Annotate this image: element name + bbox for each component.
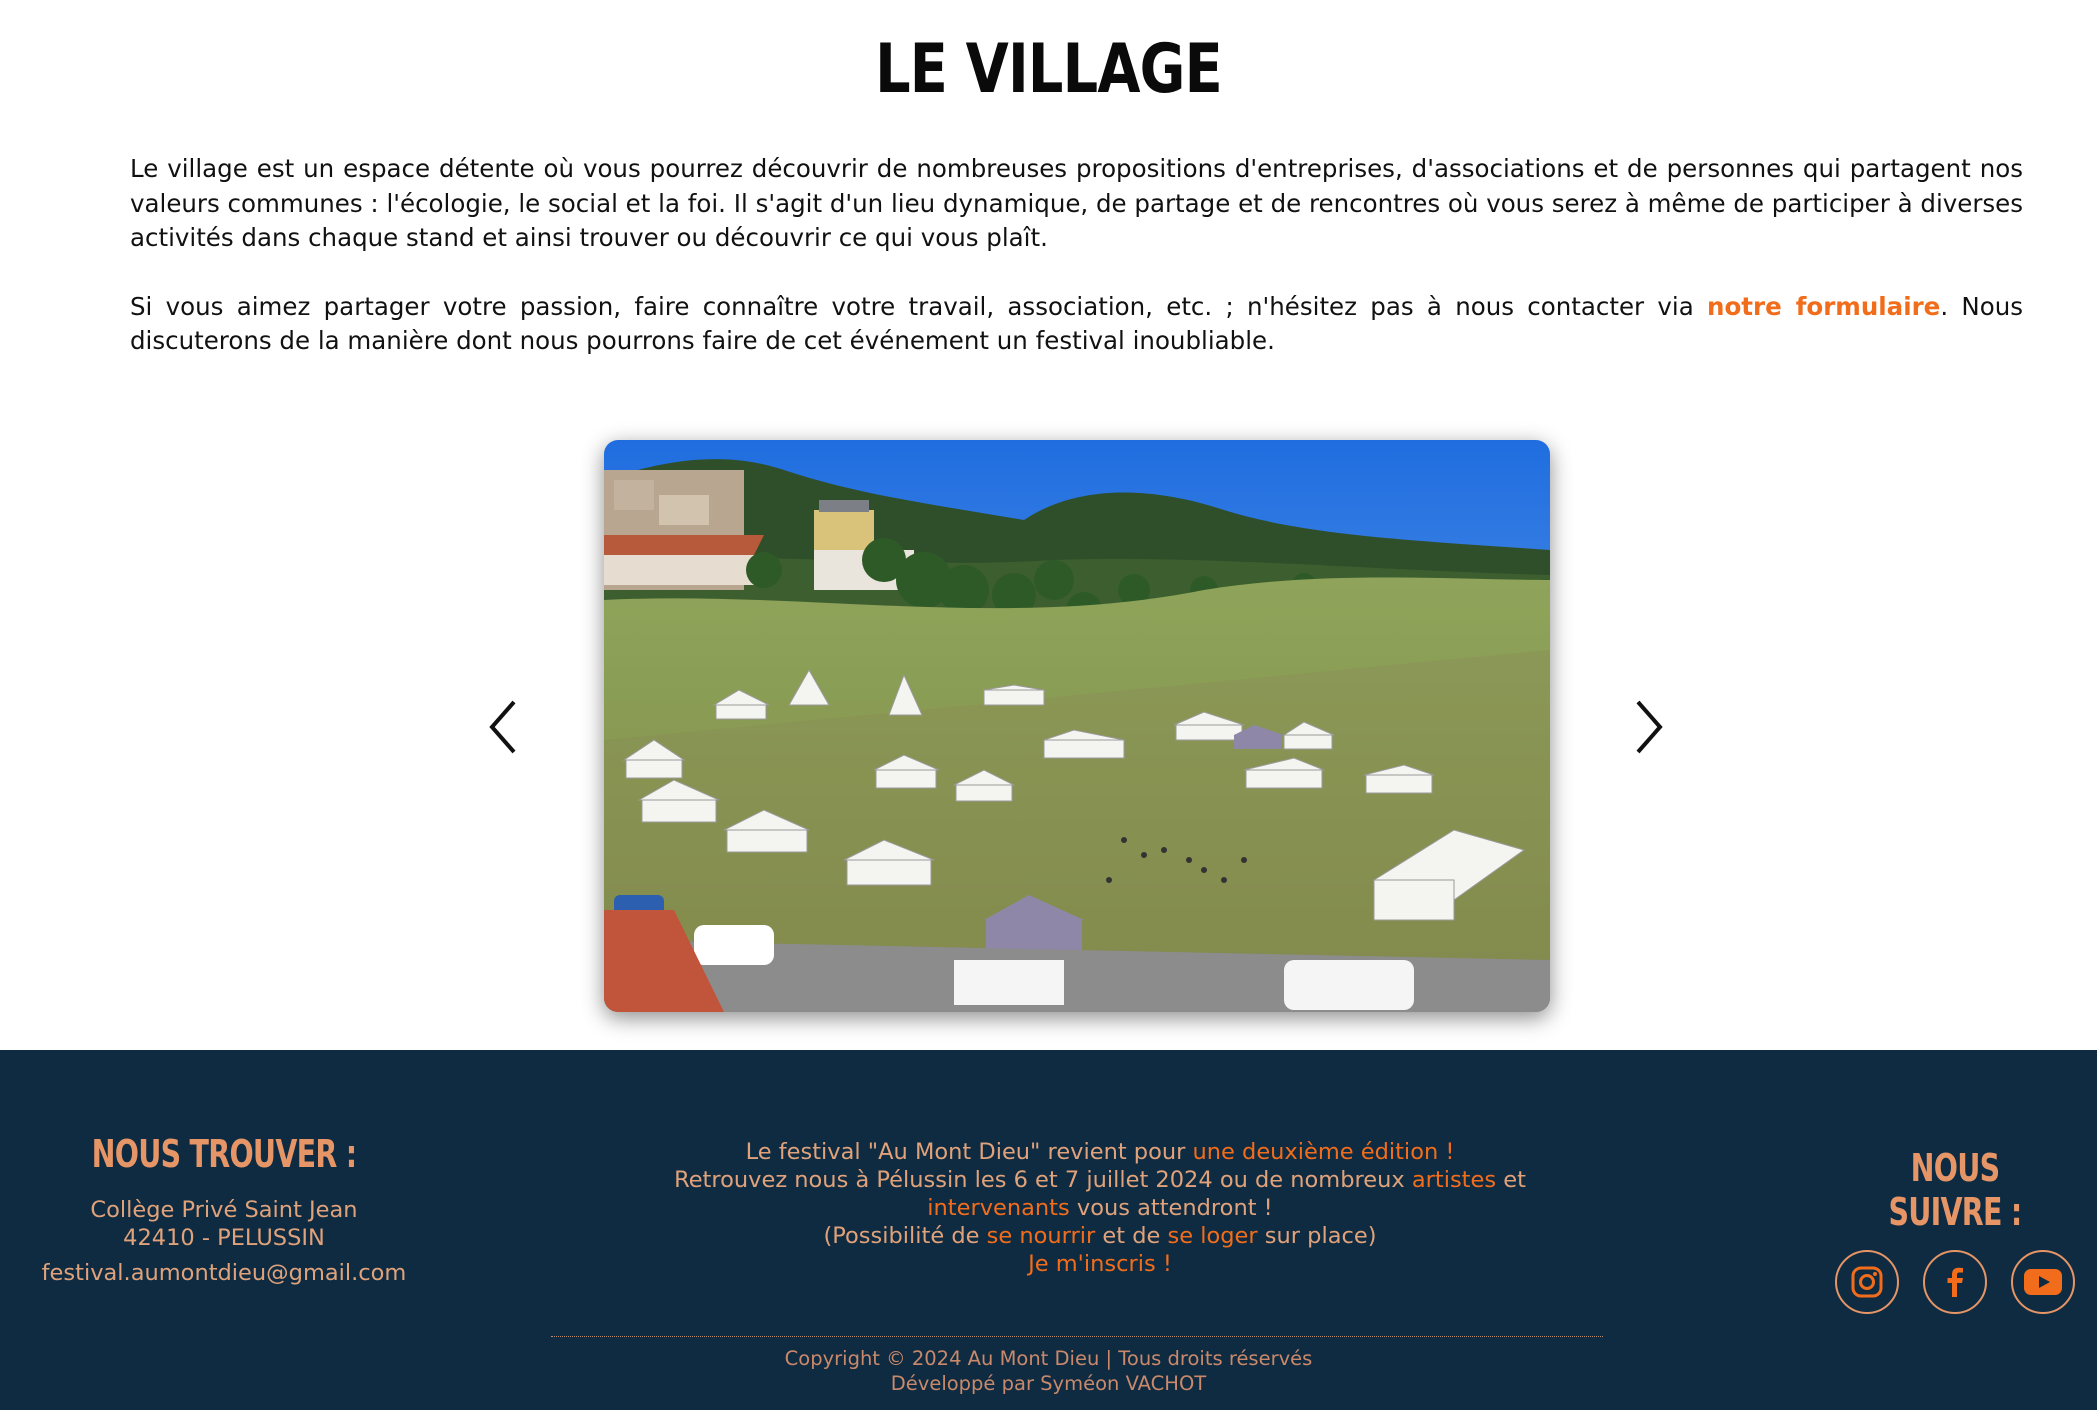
image-carousel: [0, 440, 2097, 1012]
youtube-icon: [2024, 1269, 2062, 1295]
address-line-2: 42410 - PELUSSIN: [123, 1225, 325, 1251]
instagram-link[interactable]: [1835, 1250, 1899, 1314]
copyright: Copyright © 2024 Au Mont Dieu | Tous dro…: [0, 1346, 2097, 1396]
copyright-text: Copyright © 2024 Au Mont Dieu | Tous dro…: [784, 1347, 1313, 1370]
contact-form-link[interactable]: notre formulaire: [1707, 292, 1940, 321]
intro-paragraph-2: Si vous aimez partager votre passion, fa…: [130, 290, 2023, 359]
carousel-next-button[interactable]: [1618, 692, 1678, 762]
info-line-4: (Possibilité de se nourrir et de se loge…: [560, 1222, 1640, 1250]
info-line-5: Je m'inscris !: [560, 1250, 1640, 1278]
info-text: vous attendront !: [1069, 1195, 1273, 1221]
artists-link[interactable]: artistes: [1412, 1167, 1496, 1193]
info-text: (Possibilité de: [823, 1223, 987, 1249]
facebook-icon: [1947, 1267, 1963, 1297]
address: Collège Privé Saint Jean 42410 - PELUSSI…: [20, 1196, 428, 1252]
intro-text: Le village est un espace détente où vous…: [130, 152, 2023, 393]
carousel-slide-village-photo: [604, 440, 1550, 1012]
lodging-link[interactable]: se loger: [1168, 1223, 1258, 1249]
social-links: [1820, 1250, 2090, 1314]
footer-festival-info: Le festival "Au Mont Dieu" revient pour …: [560, 1138, 1640, 1278]
info-text: et de: [1095, 1223, 1168, 1249]
page-title: LE VILLAGE: [875, 30, 1223, 109]
info-line-3: intervenants vous attendront !: [560, 1194, 1640, 1222]
youtube-link[interactable]: [2011, 1250, 2075, 1314]
find-us-title: NOUS TROUVER :: [91, 1132, 357, 1176]
footer-follow-us: NOUS SUIVRE :: [1820, 1146, 2090, 1314]
site-footer: NOUS TROUVER : Collège Privé Saint Jean …: [0, 1050, 2097, 1410]
email-link[interactable]: festival.aumontdieu@gmail.com: [20, 1260, 428, 1286]
info-line-1: Le festival "Au Mont Dieu" revient pour …: [560, 1138, 1640, 1166]
info-text: Retrouvez nous à Pélussin les 6 et 7 jui…: [674, 1167, 1412, 1193]
second-edition-link[interactable]: une deuxième édition !: [1193, 1139, 1455, 1165]
follow-us-title: NOUS SUIVRE :: [1888, 1146, 2022, 1234]
chevron-left-icon: [489, 700, 516, 754]
info-text: sur place): [1257, 1223, 1377, 1249]
register-link[interactable]: Je m'inscris !: [1028, 1251, 1172, 1277]
info-line-2: Retrouvez nous à Pélussin les 6 et 7 jui…: [560, 1166, 1640, 1194]
village-aerial-photo: [604, 440, 1550, 1012]
speakers-link[interactable]: intervenants: [927, 1195, 1069, 1221]
intro-paragraph-1: Le village est un espace détente où vous…: [130, 154, 2023, 252]
carousel-prev-button[interactable]: [474, 692, 534, 762]
chevron-right-icon: [1636, 700, 1663, 754]
facebook-link[interactable]: [1923, 1250, 1987, 1314]
intro-text-part: Si vous aimez partager votre passion, fa…: [130, 291, 1708, 321]
footer-divider: [551, 1336, 1603, 1337]
address-line-1: Collège Privé Saint Jean: [90, 1197, 358, 1223]
info-text: et: [1496, 1167, 1526, 1193]
food-link[interactable]: se nourrir: [987, 1223, 1096, 1249]
instagram-icon: [1851, 1266, 1883, 1298]
developer-credit: Développé par Syméon VACHOT: [890, 1372, 1207, 1395]
footer-find-us: NOUS TROUVER : Collège Privé Saint Jean …: [20, 1132, 428, 1286]
info-text: Le festival "Au Mont Dieu" revient pour: [745, 1139, 1193, 1165]
